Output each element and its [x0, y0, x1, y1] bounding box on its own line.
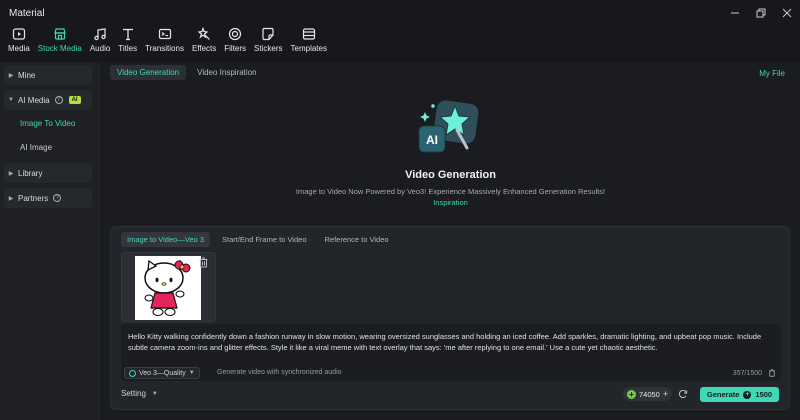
- my-file-link[interactable]: My File: [759, 69, 785, 78]
- chevron-right-icon: ▶: [8, 72, 14, 79]
- filters-icon: [229, 27, 242, 41]
- add-credits-icon[interactable]: +: [663, 389, 668, 399]
- model-icon: [129, 369, 136, 377]
- sidebar-item-mine[interactable]: ▶ Mine: [4, 65, 92, 85]
- prompt-text[interactable]: Hello Kitty walking confidently down a f…: [128, 331, 768, 353]
- material-toolbar: Media Stock Media Audio Titles Transitio…: [4, 27, 331, 59]
- refresh-icon[interactable]: [678, 389, 688, 399]
- tab-video-generation[interactable]: Video Generation: [110, 65, 187, 80]
- inspiration-link[interactable]: Inspiration: [101, 198, 800, 207]
- window-controls: [722, 0, 800, 26]
- minimize-icon: [731, 12, 739, 14]
- toolbar-filters[interactable]: Filters: [220, 27, 250, 59]
- restore-icon: [756, 8, 766, 18]
- stock-media-icon: [54, 28, 66, 40]
- sidebar-item-ai-media[interactable]: ▼ AI Media ? AI: [4, 90, 92, 110]
- toolbar-transitions[interactable]: Transitions: [141, 27, 188, 59]
- tab-start-end-frame[interactable]: Start/End Frame to Video: [216, 232, 313, 247]
- tab-image-to-video[interactable]: Image to Video—Veo 3: [121, 232, 210, 247]
- chevron-right-icon: ▶: [8, 195, 14, 202]
- transitions-icon: [158, 28, 171, 40]
- credit-coin-icon: +: [743, 390, 752, 399]
- char-count: 357/1500: [733, 369, 776, 377]
- uploaded-image-thumbnail: [135, 256, 201, 320]
- toolbar-titles[interactable]: Titles: [114, 27, 141, 59]
- ai-badge: AI: [68, 96, 81, 104]
- credits-balance[interactable]: + 74050 +: [623, 387, 673, 401]
- restore-button[interactable]: [748, 0, 774, 26]
- audio-icon: [94, 28, 106, 41]
- minimize-button[interactable]: [722, 0, 748, 26]
- toolbar-media[interactable]: Media: [4, 27, 34, 59]
- close-button[interactable]: [774, 0, 800, 26]
- setting-dropdown[interactable]: Setting ▼: [121, 389, 158, 398]
- toolbar-effects[interactable]: Effects: [188, 27, 220, 59]
- generation-panel: Image to Video—Veo 3 Start/End Frame to …: [110, 226, 790, 410]
- toolbar-templates[interactable]: Templates: [287, 27, 331, 59]
- clear-text-icon[interactable]: [768, 369, 776, 377]
- chevron-down-icon: ▼: [151, 390, 158, 397]
- chevron-right-icon: ▶: [8, 170, 14, 177]
- tab-video-inspiration[interactable]: Video Inspiration: [190, 65, 263, 80]
- toolbar-stock-media[interactable]: Stock Media: [34, 27, 86, 59]
- close-icon: [782, 8, 792, 18]
- delete-icon[interactable]: [198, 257, 209, 268]
- toolbar-audio[interactable]: Audio: [86, 27, 114, 59]
- model-hint: Generate video with synchronized audio: [217, 369, 342, 376]
- sidebar-item-library[interactable]: ▶ Library: [4, 163, 92, 183]
- templates-icon: [302, 28, 315, 40]
- uploaded-image-slot[interactable]: [121, 252, 216, 322]
- effects-icon: [197, 27, 211, 40]
- chevron-down-icon: ▼: [188, 370, 195, 376]
- ai-video-logo-icon: AI: [418, 100, 479, 153]
- main-content: Video Generation Video Inspiration My Fi…: [101, 62, 800, 420]
- help-icon[interactable]: ?: [54, 96, 63, 104]
- hero-title: Video Generation: [405, 169, 496, 181]
- titles-icon: [122, 28, 133, 41]
- title-bar: Material: [0, 0, 800, 26]
- toolbar-stickers[interactable]: Stickers: [250, 27, 286, 59]
- top-tabs: Video Generation Video Inspiration: [110, 65, 264, 80]
- sidebar: ▶ Mine ▼ AI Media ? AI Image To Video AI…: [0, 62, 100, 420]
- hero-subtitle: Image to Video Now Powered by Veo3! Expe…: [295, 187, 606, 196]
- tab-reference-to-video[interactable]: Reference to Video: [319, 232, 395, 247]
- stickers-icon: [262, 27, 274, 41]
- credit-coin-icon: +: [627, 389, 636, 399]
- chevron-down-icon: ▼: [8, 97, 14, 103]
- model-select[interactable]: Veo 3—Quality ▼: [124, 367, 200, 379]
- sidebar-item-partners[interactable]: ▶ Partners ?: [4, 188, 92, 208]
- sidebar-item-image-to-video[interactable]: Image To Video: [4, 112, 92, 134]
- window-title: Material: [9, 7, 45, 19]
- svg-text:AI: AI: [426, 133, 438, 147]
- help-icon[interactable]: ?: [53, 194, 62, 202]
- panel-tabs: Image to Video—Veo 3 Start/End Frame to …: [121, 232, 395, 247]
- generate-button[interactable]: Generate + 1500: [700, 387, 779, 402]
- media-icon: [12, 28, 25, 40]
- sidebar-item-ai-image[interactable]: AI Image: [4, 136, 92, 158]
- prompt-textarea[interactable]: Hello Kitty walking confidently down a f…: [121, 324, 781, 381]
